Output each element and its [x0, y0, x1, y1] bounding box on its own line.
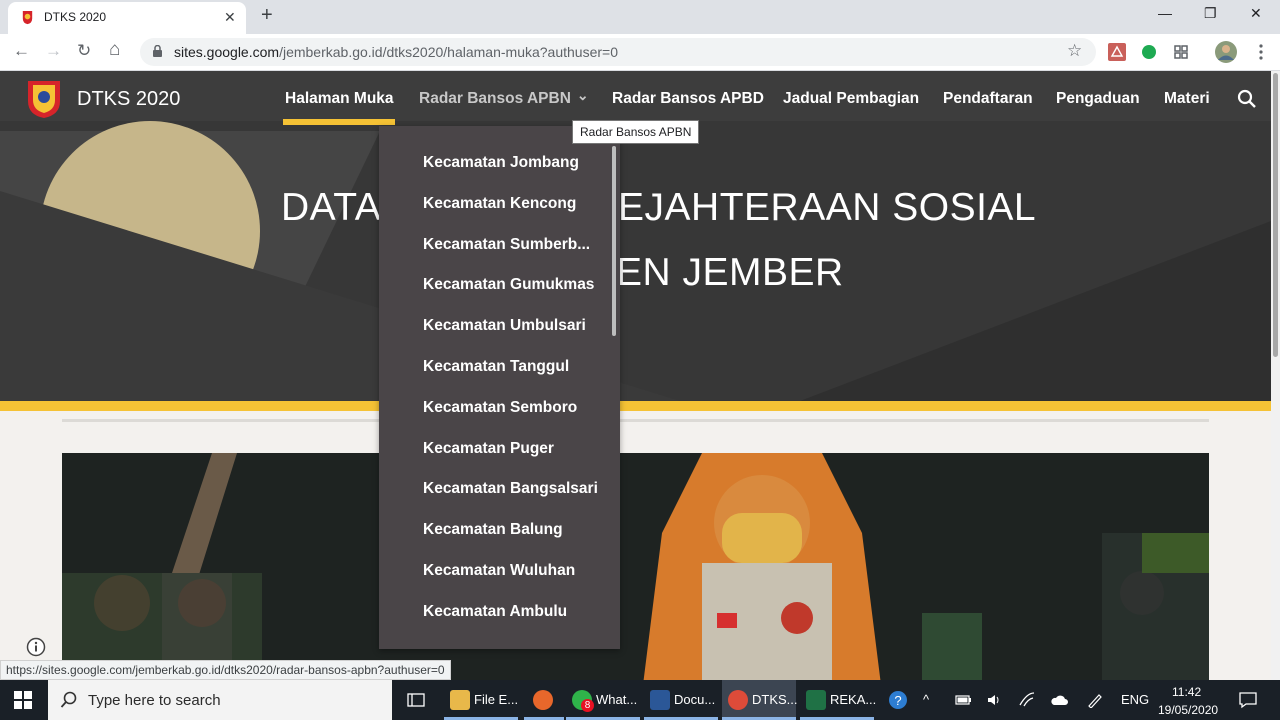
hero-title-line1-right: EJAHTERAAN SOSIAL: [618, 186, 1037, 229]
excel-icon: [806, 690, 826, 710]
lock-icon: [153, 45, 162, 57]
windows-start-icon[interactable]: [14, 691, 32, 709]
dropdown-item-sumberbaru[interactable]: Kecamatan Sumberb...: [379, 225, 609, 266]
nav-pendaftaran[interactable]: Pendaftaran: [943, 90, 1033, 108]
nav-radar-bansos-apbd[interactable]: Radar Bansos APBD: [612, 90, 764, 108]
nav-jadual-pembagian[interactable]: Jadual Pembagian: [783, 90, 919, 108]
browser-toolbar: ← → ↻ ⌂ sites.google.com/jemberkab.go.id…: [0, 34, 1280, 71]
dropdown-item-jombang[interactable]: Kecamatan Jombang: [379, 143, 609, 184]
search-icon[interactable]: [1236, 88, 1258, 110]
tooltip: Radar Bansos APBN: [572, 120, 700, 144]
accent-band: [0, 401, 1271, 411]
page-scrollbar-thumb[interactable]: [1273, 73, 1278, 357]
address-bar[interactable]: sites.google.com/jemberkab.go.id/dtks202…: [140, 38, 1096, 66]
tab-close-icon[interactable]: ✕: [224, 9, 236, 26]
profile-avatar-icon[interactable]: [1215, 41, 1237, 63]
wifi-icon[interactable]: [1018, 692, 1036, 708]
chevron-down-icon: ⌄: [576, 87, 589, 103]
tray-overflow-chevron-icon[interactable]: ^: [923, 692, 929, 707]
site-title[interactable]: DTKS 2020: [77, 88, 180, 111]
dropdown-item-bangsalsari[interactable]: Kecamatan Bangsalsari: [379, 469, 609, 510]
hero-photo: [62, 453, 1209, 680]
taskbar-app-word[interactable]: Docu...: [644, 680, 718, 720]
status-bar-url: https://sites.google.com/jemberkab.go.id…: [0, 660, 451, 680]
new-tab-button[interactable]: +: [261, 4, 273, 27]
radar-apbn-dropdown-menu: Kecamatan Jombang Kecamatan Kencong Keca…: [379, 126, 620, 649]
nav-pengaduan[interactable]: Pengaduan: [1056, 90, 1140, 108]
pen-icon[interactable]: [1086, 692, 1104, 708]
tab-title: DTKS 2020: [44, 10, 107, 24]
chrome-menu-icon[interactable]: [1252, 43, 1270, 61]
dropdown-item-balung[interactable]: Kecamatan Balung: [379, 510, 609, 551]
dropdown-list: Kecamatan Jombang Kecamatan Kencong Keca…: [379, 143, 609, 633]
taskbar-app-chrome[interactable]: DTKS...: [722, 680, 798, 720]
clock-date[interactable]: 19/05/2020: [1158, 703, 1218, 717]
windows-taskbar: Type here to search File E... 8 What... …: [0, 680, 1280, 720]
notification-badge: 8: [581, 699, 594, 712]
dropdown-scrollbar[interactable]: [612, 146, 616, 336]
task-view-icon[interactable]: [406, 690, 426, 710]
help-icon[interactable]: ?: [888, 690, 908, 710]
nav-halaman-muka[interactable]: Halaman Muka: [285, 90, 394, 108]
info-icon[interactable]: [26, 637, 46, 657]
pdf-extension-icon[interactable]: [1108, 43, 1126, 61]
bookmark-star-icon[interactable]: ☆: [1067, 41, 1082, 61]
url-text: sites.google.com/jemberkab.go.id/dtks202…: [174, 44, 618, 60]
taskbar-app-file-explorer[interactable]: File E...: [444, 680, 518, 720]
extensions-grid-icon[interactable]: [1172, 43, 1190, 61]
taskbar-app-excel[interactable]: REKA...: [800, 680, 876, 720]
taskbar-search-box[interactable]: Type here to search: [48, 680, 392, 720]
site-favicon-icon: [22, 10, 33, 25]
taskbar-app-whatsapp[interactable]: 8 What...: [566, 680, 640, 720]
taskbar-search-placeholder: Type here to search: [88, 692, 221, 709]
notification-center-icon[interactable]: [1238, 691, 1258, 709]
browser-tabstrip: DTKS 2020 ✕ + — ❐ ✕: [0, 0, 1280, 34]
home-button[interactable]: ⌂: [109, 39, 120, 61]
reload-button[interactable]: ↻: [77, 41, 91, 61]
restore-button[interactable]: ❐: [1204, 5, 1217, 22]
dropdown-item-semboro[interactable]: Kecamatan Semboro: [379, 388, 609, 429]
forward-button[interactable]: →: [45, 41, 62, 61]
nav-materi[interactable]: Materi: [1164, 90, 1210, 108]
nav-active-indicator: [283, 119, 395, 125]
battery-icon[interactable]: [955, 693, 971, 707]
dropdown-item-ambulu[interactable]: Kecamatan Ambulu: [379, 592, 609, 633]
photo-image: [62, 453, 1209, 680]
page-scrollbar[interactable]: [1271, 71, 1280, 680]
dropdown-item-gumukmas[interactable]: Kecamatan Gumukmas: [379, 265, 609, 306]
chrome-icon: [728, 690, 748, 710]
clock-time[interactable]: 11:42: [1172, 685, 1201, 699]
minimize-button[interactable]: —: [1158, 5, 1172, 21]
svg-text:?: ?: [894, 693, 901, 708]
onedrive-cloud-icon[interactable]: [1050, 693, 1068, 707]
volume-icon[interactable]: [986, 692, 1002, 708]
input-language[interactable]: ENG: [1121, 692, 1149, 707]
dropdown-item-tanggul[interactable]: Kecamatan Tanggul: [379, 347, 609, 388]
nav-radar-bansos-apbn[interactable]: Radar Bansos APBN ⌄: [419, 87, 589, 108]
green-extension-icon[interactable]: [1140, 43, 1158, 61]
folder-icon: [450, 690, 470, 710]
back-button[interactable]: ←: [13, 41, 30, 61]
firefox-icon: [533, 690, 553, 710]
dropdown-item-kencong[interactable]: Kecamatan Kencong: [379, 184, 609, 225]
web-page: DATA T EJAHTERAAN SOSIAL EN JEMBER DTKS …: [0, 71, 1271, 680]
dropdown-item-puger[interactable]: Kecamatan Puger: [379, 429, 609, 470]
hero-title-line2: EN JEMBER: [616, 251, 844, 294]
search-icon: [60, 691, 77, 708]
taskbar-app-firefox[interactable]: [524, 680, 564, 720]
browser-tab[interactable]: DTKS 2020 ✕: [8, 2, 246, 34]
site-logo-icon[interactable]: [26, 79, 62, 119]
section-divider: [62, 419, 1209, 422]
word-icon: [650, 690, 670, 710]
window-close-button[interactable]: ✕: [1250, 5, 1262, 22]
dropdown-item-wuluhan[interactable]: Kecamatan Wuluhan: [379, 551, 609, 592]
dropdown-item-umbulsari[interactable]: Kecamatan Umbulsari: [379, 306, 609, 347]
